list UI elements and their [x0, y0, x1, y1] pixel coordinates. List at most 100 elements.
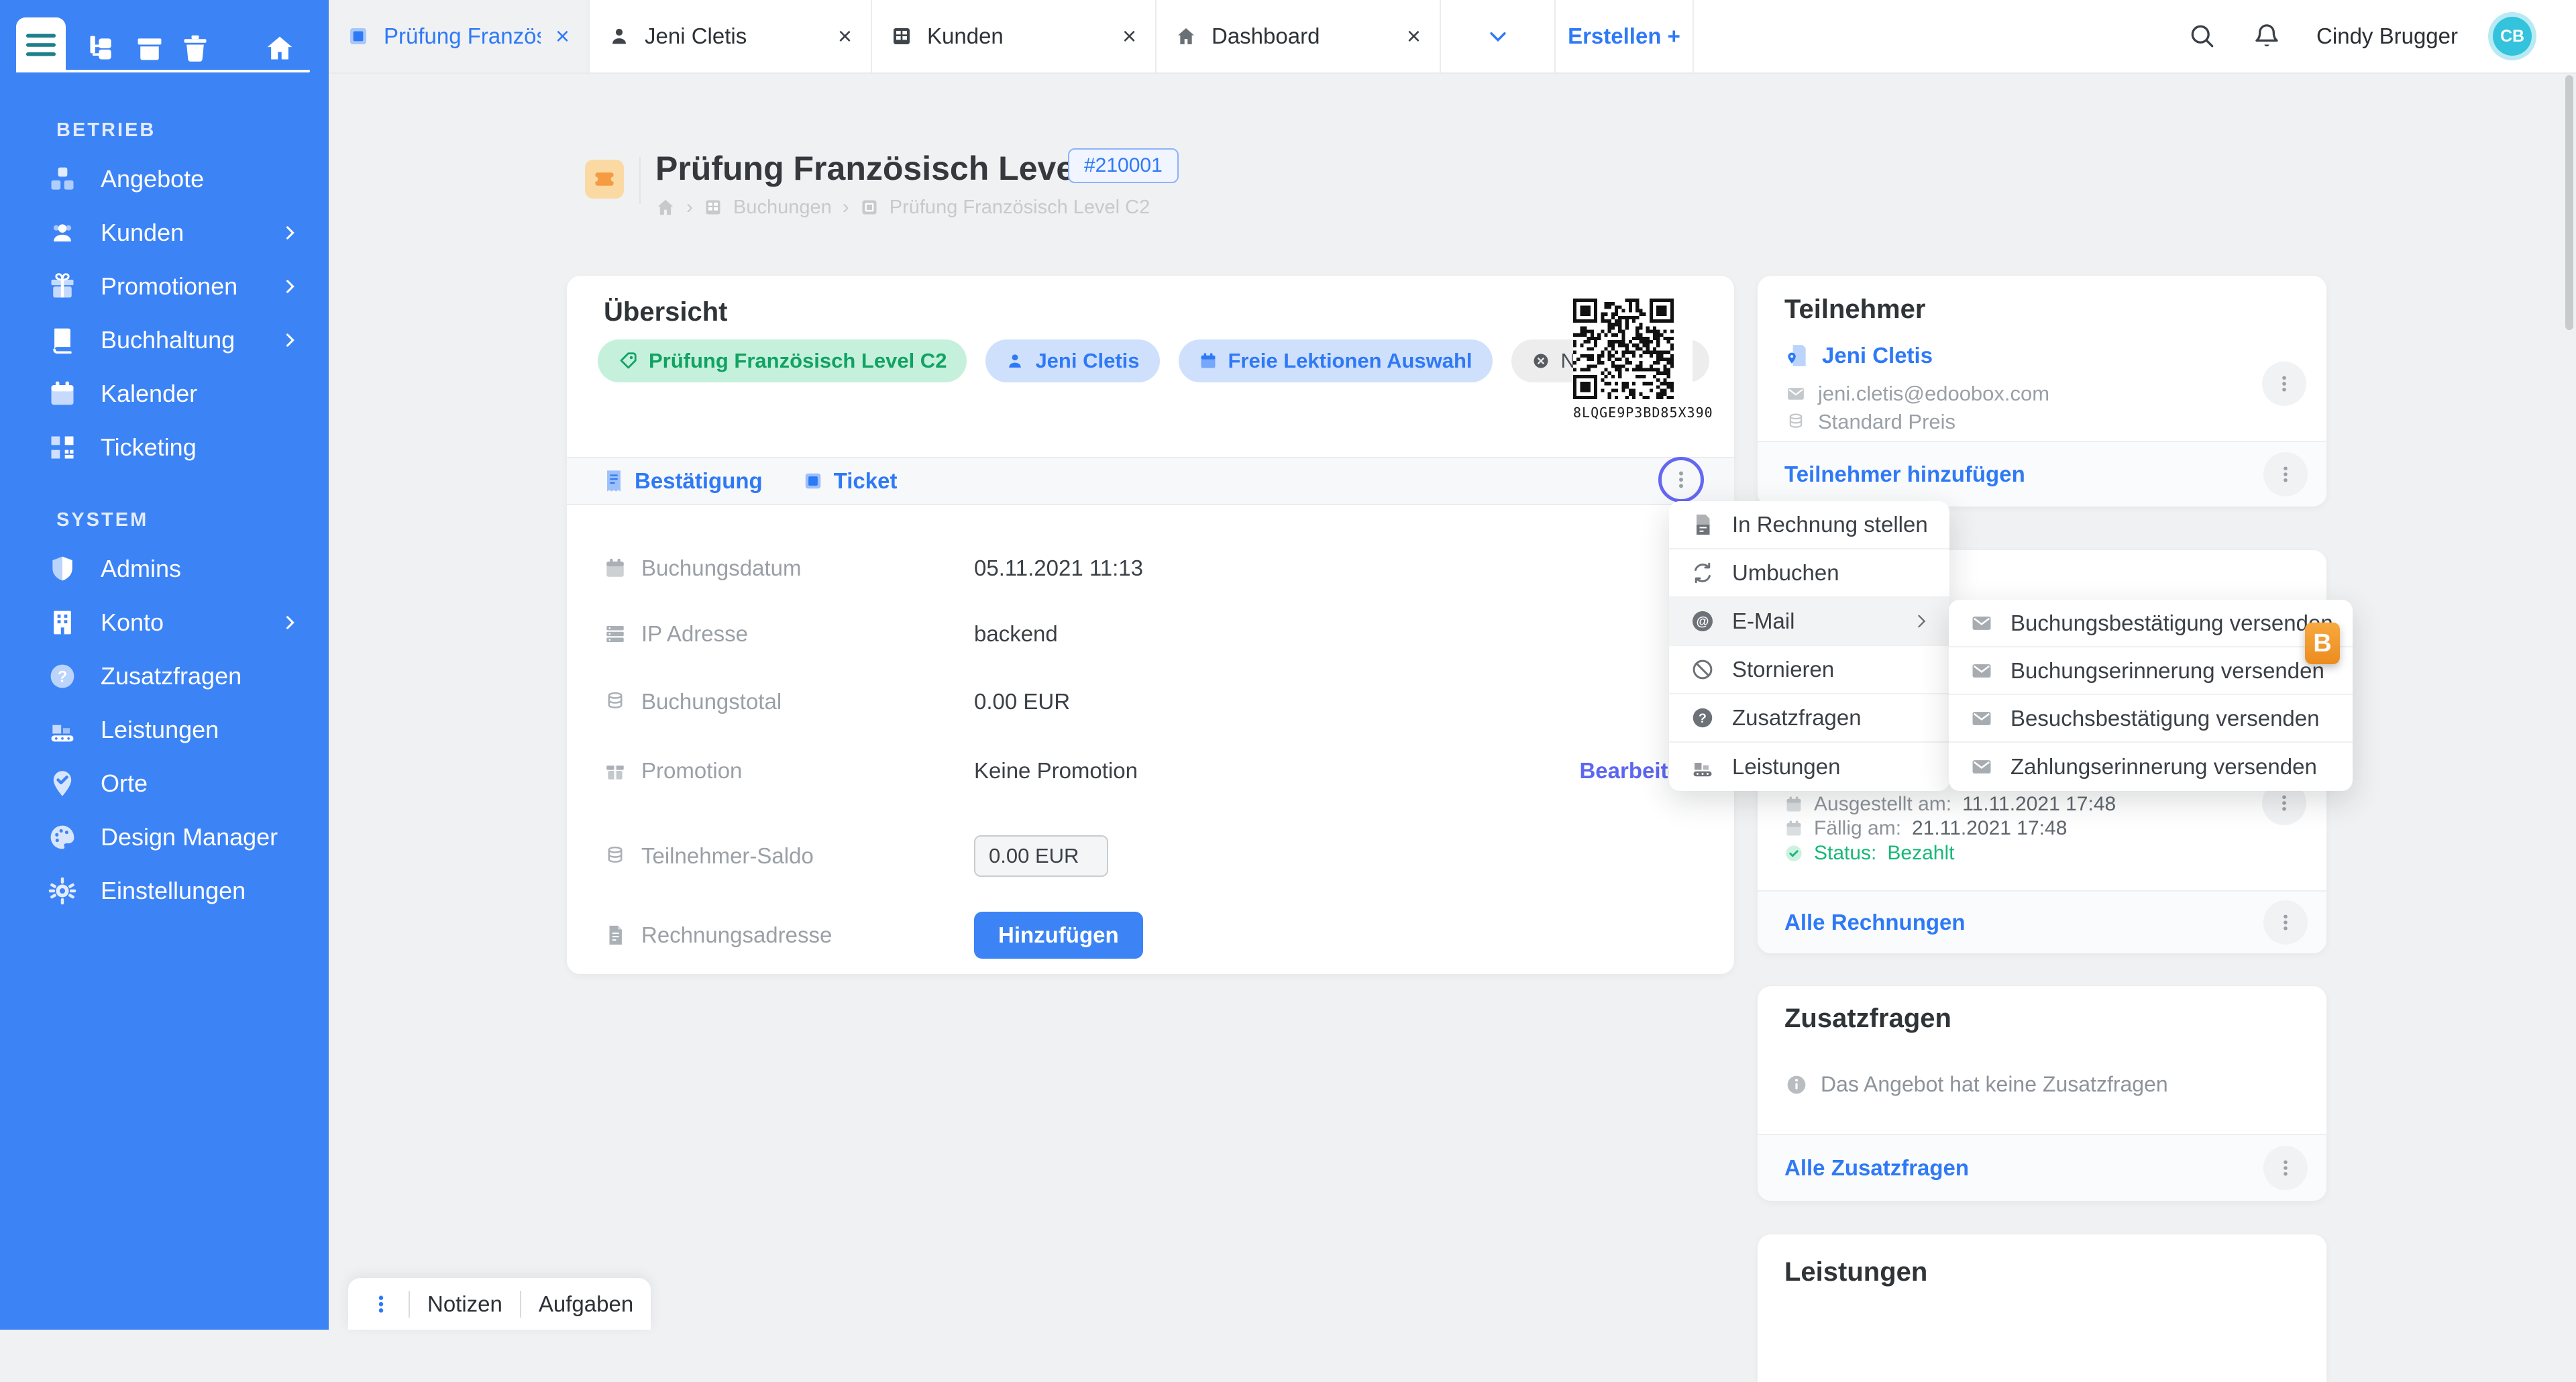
- sidebar-item-kunden[interactable]: Kunden: [0, 206, 329, 260]
- participant-actions-button[interactable]: [2262, 362, 2306, 406]
- tab-kunden[interactable]: Kunden ×: [872, 0, 1157, 72]
- tab-dashboard[interactable]: Dashboard ×: [1157, 0, 1441, 72]
- close-icon[interactable]: ×: [1122, 24, 1136, 48]
- folder-tree-icon[interactable]: [86, 34, 117, 63]
- booking-id-badge[interactable]: #210001: [1068, 148, 1179, 183]
- field-row-rechnungsadresse: Rechnungsadresse Hinzufügen: [604, 911, 1694, 959]
- search-icon[interactable]: [2188, 21, 2217, 51]
- user-name[interactable]: Cindy Brugger: [2316, 23, 2458, 49]
- svg-text:?: ?: [1699, 711, 1707, 726]
- sidebar-item-zusatzfragen[interactable]: ? Zusatzfragen: [0, 649, 329, 703]
- tab-jeni-cletis[interactable]: Jeni Cletis ×: [590, 0, 872, 72]
- sidebar-item-orte[interactable]: Orte: [0, 757, 329, 810]
- menu-item-stornieren[interactable]: Stornieren: [1669, 646, 1949, 694]
- sidebar-item-konto[interactable]: Konto: [0, 596, 329, 649]
- avatar[interactable]: CB: [2493, 17, 2532, 56]
- trash-icon[interactable]: [180, 34, 211, 63]
- breadcrumb-separator: ›: [686, 196, 693, 219]
- sidebar-item-promotionen[interactable]: Promotionen: [0, 260, 329, 313]
- home-icon: [1175, 25, 1197, 47]
- hamburger-icon[interactable]: [26, 34, 56, 56]
- overview-card: Übersicht Prüfung Französisch Level C2 J…: [567, 276, 1734, 974]
- menu-item-email[interactable]: @ E-Mail: [1669, 598, 1949, 646]
- topbar: Prüfung Französ… × Jeni Cletis × Kunden …: [329, 0, 2576, 74]
- overview-tabstrip: Bestätigung Ticket: [567, 457, 1734, 505]
- participants-card: Teilnehmer Jeni Cletis jeni.cletis@edoob…: [1758, 276, 2326, 507]
- tab-bestaetigung[interactable]: Bestätigung: [604, 468, 763, 494]
- tasks-tab[interactable]: Aufgaben: [539, 1291, 633, 1317]
- bell-icon[interactable]: [2252, 21, 2282, 51]
- submenu-item-buchungsbestaetigung[interactable]: Buchungsbestätigung versenden: [1949, 600, 2353, 647]
- invoice-status-row: Status: Bezahlt: [1784, 842, 1954, 865]
- field-row-ip-adresse: IP Adresse backend: [604, 610, 1694, 657]
- questions-footer-actions-button[interactable]: [2263, 1146, 2308, 1190]
- coins-icon: [604, 690, 627, 713]
- kebab-icon[interactable]: [371, 1293, 391, 1316]
- menu-item-label: E-Mail: [1732, 608, 1795, 634]
- sidebar-item-label: Einstellungen: [101, 877, 246, 905]
- participant-price: Standard Preis: [1818, 410, 1955, 434]
- customer-badge-label: Jeni Cletis: [1035, 349, 1139, 373]
- all-questions-link[interactable]: Alle Zusatzfragen: [1784, 1155, 1969, 1181]
- participant-name-link[interactable]: Jeni Cletis: [1822, 343, 1933, 368]
- participants-footer-actions-button[interactable]: [2263, 452, 2308, 496]
- gift-icon: [604, 759, 627, 782]
- info-icon: [1786, 1074, 1807, 1096]
- status-label: Status:: [1814, 842, 1876, 865]
- status-value: Bezahlt: [1887, 842, 1954, 865]
- breadcrumb-item[interactable]: Buchungen: [733, 197, 832, 219]
- scrollbar-thumb[interactable]: [2565, 75, 2573, 330]
- participants-title: Teilnehmer: [1784, 295, 1925, 325]
- tab-overflow[interactable]: [1441, 0, 1556, 72]
- menu-item-zusatzfragen[interactable]: ? Zusatzfragen: [1669, 694, 1949, 743]
- tab-ticket[interactable]: Ticket: [803, 468, 898, 494]
- menu-item-leistungen[interactable]: Leistungen: [1669, 743, 1949, 791]
- kebab-icon: [1671, 470, 1691, 490]
- archive-box-icon[interactable]: [134, 34, 165, 63]
- tab-booking[interactable]: Prüfung Französ… ×: [329, 0, 590, 72]
- home-icon[interactable]: [264, 34, 295, 63]
- browser-extension-badge[interactable]: B: [2305, 623, 2340, 664]
- submenu-item-label: Buchungsbestätigung versenden: [2010, 610, 2333, 636]
- calendar-icon: [1784, 819, 1803, 838]
- create-tab-button[interactable]: Erstellen +: [1556, 0, 1694, 72]
- home-icon[interactable]: [655, 197, 676, 217]
- field-row-buchungsdatum: Buchungsdatum 05.11.2021 11:13: [604, 545, 1694, 592]
- menu-item-in-rechnung-stellen[interactable]: In Rechnung stellen: [1669, 501, 1949, 549]
- topbar-right: Cindy Brugger CB: [2188, 0, 2576, 72]
- submenu-item-zahlungserinnerung[interactable]: Zahlungserinnerung versenden: [1949, 743, 2353, 790]
- overview-actions-button[interactable]: [1658, 457, 1704, 502]
- document-icon: [604, 924, 627, 947]
- sidebar-item-admins[interactable]: Admins: [0, 542, 329, 596]
- offer-badge: Prüfung Französisch Level C2: [598, 339, 967, 382]
- sidebar-item-einstellungen[interactable]: Einstellungen: [0, 864, 329, 918]
- breadcrumb: › Buchungen › Prüfung Französisch Level …: [655, 196, 1150, 219]
- close-icon[interactable]: ×: [555, 24, 570, 48]
- building-icon: [47, 608, 78, 637]
- sidebar-item-design-manager[interactable]: Design Manager: [0, 810, 329, 864]
- close-icon[interactable]: ×: [1407, 24, 1421, 48]
- circle-x-icon: [1532, 352, 1550, 370]
- notes-tab[interactable]: Notizen: [427, 1291, 502, 1317]
- menu-item-label: Leistungen: [1732, 754, 1840, 780]
- field-value: 0.00 EUR: [974, 689, 1070, 714]
- sidebar-item-buchhaltung[interactable]: Buchhaltung: [0, 313, 329, 367]
- cubes-icon: [47, 164, 78, 194]
- invoices-footer-actions-button[interactable]: [2263, 900, 2308, 945]
- invoice-issued-row: Ausgestellt am: 11.11.2021 17:48: [1784, 793, 2116, 816]
- menu-item-umbuchen[interactable]: Umbuchen: [1669, 549, 1949, 598]
- tab-label: Dashboard: [1212, 23, 1392, 49]
- submenu-item-buchungserinnerung[interactable]: Buchungserinnerung versenden: [1949, 647, 2353, 695]
- sidebar-item-angebote[interactable]: Angebote: [0, 152, 329, 206]
- svg-text:?: ?: [58, 668, 68, 686]
- close-icon[interactable]: ×: [838, 24, 852, 48]
- sidebar-item-ticketing[interactable]: Ticketing: [0, 421, 329, 474]
- participants-footer: Teilnehmer hinzufügen: [1758, 441, 2326, 507]
- submenu-item-besuchsbestaetigung[interactable]: Besuchsbestätigung versenden: [1949, 695, 2353, 743]
- all-invoices-link[interactable]: Alle Rechnungen: [1784, 910, 1966, 935]
- sidebar-item-kalender[interactable]: Kalender: [0, 367, 329, 421]
- sidebar-item-leistungen[interactable]: Leistungen: [0, 703, 329, 757]
- add-participant-link[interactable]: Teilnehmer hinzufügen: [1784, 462, 2025, 487]
- saldo-input[interactable]: [974, 835, 1108, 877]
- add-billing-address-button[interactable]: Hinzufügen: [974, 912, 1143, 959]
